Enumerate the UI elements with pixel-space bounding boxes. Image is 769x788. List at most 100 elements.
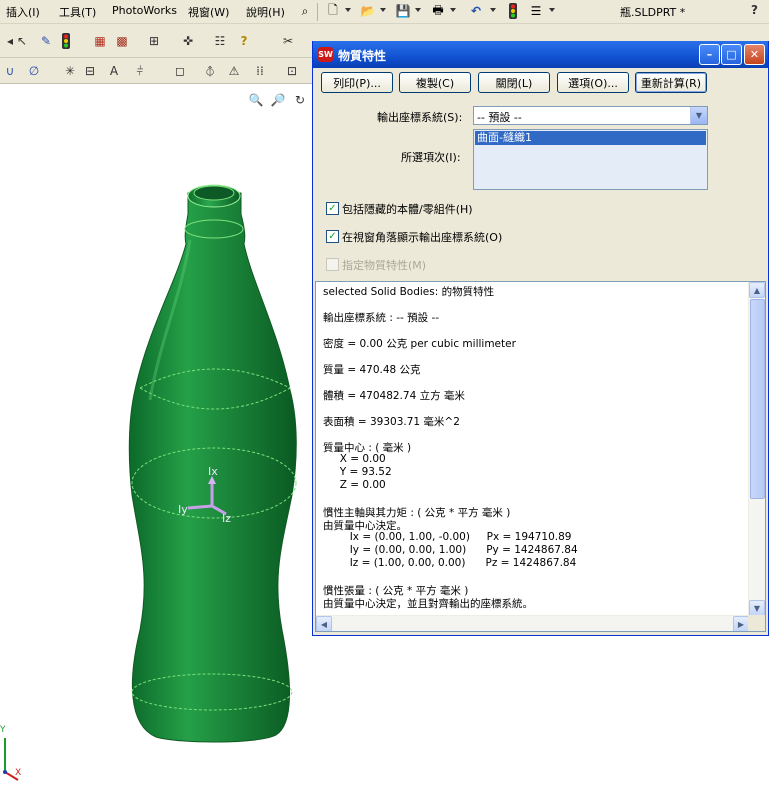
help-question-icon[interactable]: ? <box>236 33 252 49</box>
horizontal-scrollbar[interactable]: ◀ ▶ <box>316 615 749 631</box>
show-coord-checkbox[interactable]: ✓ <box>326 230 339 243</box>
sketch-edit-icon[interactable]: ✎ <box>38 33 54 49</box>
dialog-title: 物質特性 <box>338 49 387 63</box>
move-icon[interactable]: ⊡ <box>284 63 300 79</box>
chevron-down-icon[interactable] <box>380 8 386 12</box>
options-button[interactable]: 選項(O)... <box>557 72 629 93</box>
mirror-icon[interactable]: ⫩ <box>132 63 148 79</box>
selected-items-list[interactable]: 曲面-縫織1 <box>473 129 708 190</box>
result-line: Iz = (1.00, 0.00, 0.00) Pz = 1424867.84 <box>323 557 577 569</box>
rebuild-light-icon[interactable] <box>58 33 74 49</box>
warning-icon[interactable]: ⚠ <box>226 63 242 79</box>
axis-label-iz: Iz <box>222 512 232 525</box>
menu-help[interactable]: 說明(H) <box>246 4 285 20</box>
arc-icon[interactable]: ∪ <box>2 63 18 79</box>
minimize-button[interactable]: – <box>699 44 720 65</box>
include-hidden-checkbox[interactable]: ✓ <box>326 202 339 215</box>
toolbar-sketch: ∪ ∅ ✳ ⊟ A ⫩ ◻ ⦽ ⚠ ⁞⁞ ⊡ <box>0 58 315 84</box>
trim-icon[interactable]: ⦽ <box>202 63 218 79</box>
chevron-down-icon[interactable] <box>549 8 555 12</box>
help-button[interactable]: ? <box>751 3 758 17</box>
display-pane-icon[interactable]: ⊞ <box>146 33 162 49</box>
rebuild-traffic-light-icon[interactable] <box>505 3 521 19</box>
document-title: 瓶.SLDPRT * <box>620 6 686 19</box>
result-line: Y = 93.52 <box>323 466 392 478</box>
menu-window[interactable]: 視窗(W) <box>188 4 229 20</box>
scroll-down-icon[interactable]: ▼ <box>749 600 765 616</box>
show-coord-label[interactable]: 在視窗角落顯示輸出座標系統(O) <box>342 229 502 245</box>
axis-label-ix: Ix <box>208 465 218 478</box>
scroll-corner <box>748 615 765 631</box>
tools-icon[interactable]: ✂ <box>280 33 296 49</box>
vertical-scrollbar[interactable]: ▲ ▼ <box>748 282 765 616</box>
chevron-down-icon[interactable]: ▼ <box>690 107 707 124</box>
result-line: Iy = (0.00, 0.00, 1.00) Py = 1424867.84 <box>323 544 578 556</box>
spline-icon[interactable]: ∅ <box>26 63 42 79</box>
menu-bar: 插入(I) 工具(T) PhotoWorks 視窗(W) 說明(H) ⌕ 🗋 📂… <box>0 0 769 24</box>
save-icon[interactable]: 💾 <box>395 3 411 19</box>
toolbar-standard: ◂ ↖ ✎ ▦ ▩ ⊞ ✜ ☷ ? ✂ <box>0 24 315 58</box>
assigned-props-checkbox <box>326 258 339 271</box>
offset-icon[interactable]: ◻ <box>172 63 188 79</box>
scroll-up-icon[interactable]: ▲ <box>749 282 765 298</box>
menu-separator <box>317 3 318 21</box>
copy-button[interactable]: 複製(C) <box>399 72 471 93</box>
result-line: 由質量中心決定，並且對齊輸出的座標系統。 <box>323 598 533 610</box>
menu-tools[interactable]: 工具(T) <box>59 4 96 20</box>
menu-photoworks[interactable]: PhotoWorks <box>112 4 177 17</box>
open-folder-icon[interactable]: 📂 <box>360 3 376 19</box>
result-line: selected Solid Bodies: 的物質特性 <box>323 286 495 298</box>
centerline-icon[interactable]: ⊟ <box>82 63 98 79</box>
chevron-down-icon[interactable] <box>490 8 496 12</box>
result-line: Z = 0.00 <box>323 479 386 491</box>
list-item[interactable]: 曲面-縫織1 <box>475 131 706 145</box>
menu-insert[interactable]: 插入(I) <box>6 4 40 20</box>
pushpin-icon[interactable]: ⌕ <box>297 3 313 19</box>
properties-icon[interactable]: ☷ <box>212 33 228 49</box>
new-document-icon[interactable]: 🗋 <box>325 3 341 19</box>
undo-icon[interactable]: ↶ <box>468 3 484 19</box>
options-icon[interactable]: ☰ <box>528 3 544 19</box>
text-icon[interactable]: A <box>106 63 122 79</box>
point-icon[interactable]: ✳ <box>62 63 78 79</box>
camera-icon[interactable]: ✜ <box>180 33 196 49</box>
print-button[interactable]: 列印(P)... <box>321 72 393 93</box>
close-button[interactable]: 關閉(L) <box>478 72 550 93</box>
result-line: 體積 = 470482.74 立方 毫米 <box>323 390 465 402</box>
scroll-right-icon[interactable]: ▶ <box>733 616 749 631</box>
result-line: X = 0.00 <box>323 453 386 465</box>
corner-y-label: Y <box>0 725 6 735</box>
coord-system-select[interactable]: -- 預設 -- ▼ <box>473 106 708 125</box>
recalculate-button[interactable]: 重新計算(R) <box>635 72 707 93</box>
brick-wall-icon[interactable]: ▩ <box>114 33 130 49</box>
selected-items-label: 所選項次(I): <box>401 151 461 164</box>
result-line: 密度 = 0.00 公克 per cubic millimeter <box>323 338 516 350</box>
corner-x-label: X <box>15 768 22 778</box>
dialog-title-bar[interactable]: SW 物質特性 – □ ✕ <box>313 41 768 68</box>
chevron-down-icon[interactable] <box>415 8 421 12</box>
result-line: 表面積 = 39303.71 毫米^2 <box>323 416 460 428</box>
coord-system-label: 輸出座標系統(S): <box>377 111 463 124</box>
print-icon[interactable]: 🖶 <box>430 3 446 19</box>
graphics-viewport[interactable]: 🔍 🔎 ↻ Ix Iy Iz Y X <box>0 84 315 788</box>
grid-icon[interactable]: ▦ <box>92 33 108 49</box>
toolbar-strip <box>315 24 769 41</box>
include-hidden-label[interactable]: 包括隱藏的本體/零組件(H) <box>342 201 473 217</box>
pattern-icon[interactable]: ⁞⁞ <box>252 63 268 79</box>
bottle-model[interactable] <box>0 84 315 788</box>
assigned-props-label: 指定物質特性(M) <box>342 259 427 272</box>
scroll-thumb[interactable] <box>750 299 765 499</box>
scroll-left-icon[interactable]: ◀ <box>316 616 332 631</box>
select-tool-icon[interactable]: ↖ <box>14 33 30 49</box>
result-line: 輸出座標系統 : -- 預設 -- <box>323 312 440 324</box>
chevron-down-icon[interactable] <box>345 8 351 12</box>
maximize-button[interactable]: □ <box>721 44 742 65</box>
coord-system-value: -- 預設 -- <box>477 111 522 124</box>
solidworks-logo-icon: SW <box>318 47 333 62</box>
axis-label-iy: Iy <box>178 503 188 516</box>
close-window-button[interactable]: ✕ <box>744 44 765 65</box>
chevron-down-icon[interactable] <box>450 8 456 12</box>
results-text-area[interactable]: selected Solid Bodies: 的物質特性 輸出座標系統 : --… <box>315 281 766 632</box>
mass-properties-dialog: SW 物質特性 – □ ✕ 列印(P)... 複製(C) 關閉(L) 選項(O)… <box>312 41 769 636</box>
result-line: Ix = (0.00, 1.00, -0.00) Px = 194710.89 <box>323 531 572 543</box>
